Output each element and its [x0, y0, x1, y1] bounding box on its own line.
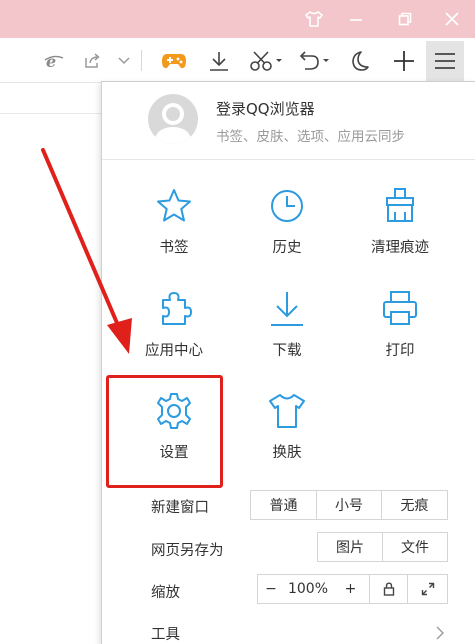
chevron-down-icon: [118, 56, 130, 64]
printer-icon: [383, 291, 417, 325]
download-icon: [210, 51, 228, 71]
lock-icon: [383, 582, 394, 596]
minimize-button[interactable]: [333, 0, 379, 38]
game-icon: [162, 53, 186, 68]
zoom-controls: − 100% +: [257, 574, 448, 604]
main-menu-button[interactable]: [426, 41, 464, 81]
bookmarks-label: 书签: [159, 240, 189, 256]
main-menu-panel: 登录QQ浏览器 书签、皮肤、选项、应用云同步 书签 历史 清理痕迹 应用中心 下…: [101, 81, 475, 644]
undo-button[interactable]: [292, 38, 336, 83]
zoom-out-button[interactable]: −: [258, 575, 284, 603]
app-center-item[interactable]: 应用中心: [124, 289, 224, 379]
undo-icon: [299, 50, 329, 70]
new-window-label: 新建窗口: [151, 500, 209, 516]
history-item[interactable]: 历史: [237, 186, 337, 276]
login-title[interactable]: 登录QQ浏览器: [216, 98, 315, 119]
history-label: 历史: [272, 240, 302, 256]
title-bar: [0, 0, 475, 38]
download-icon: [271, 292, 303, 326]
restore-icon: [398, 12, 412, 26]
puzzle-icon: [162, 292, 192, 325]
new-tab-button[interactable]: [386, 38, 422, 83]
tshirt-icon: [269, 394, 305, 428]
tshirt-icon: [305, 11, 323, 27]
zoom-in-button[interactable]: +: [332, 575, 370, 603]
svg-text:e: e: [46, 52, 56, 70]
app-center-label: 应用中心: [145, 343, 203, 359]
new-window-incognito[interactable]: 无痕: [382, 491, 447, 519]
save-as-file[interactable]: 文件: [383, 533, 447, 561]
account-section[interactable]: 登录QQ浏览器 书签、皮肤、选项、应用云同步: [102, 82, 475, 160]
new-window-options: 普通 小号 无痕: [250, 490, 448, 520]
clear-traces-label: 清理痕迹: [371, 240, 429, 256]
night-mode-icon: [352, 50, 369, 71]
zoom-value: 100%: [287, 581, 329, 597]
clock-icon: [271, 190, 303, 222]
lock-zoom-button[interactable]: [370, 575, 408, 603]
new-window-small[interactable]: 小号: [317, 491, 382, 519]
chevron-right-icon: [436, 626, 444, 640]
share-icon: [85, 52, 100, 68]
add-tab-icon: [394, 50, 414, 71]
settings-highlight-box: [106, 375, 223, 488]
download-button[interactable]: [202, 38, 236, 83]
star-icon: [157, 189, 191, 222]
save-page-options: 图片 文件: [317, 532, 448, 562]
close-icon: [445, 12, 459, 26]
fullscreen-button[interactable]: [408, 575, 447, 603]
save-as-image[interactable]: 图片: [318, 533, 383, 561]
minimize-icon: [350, 19, 362, 21]
login-subtitle: 书签、皮肤、选项、应用云同步: [216, 129, 405, 145]
browser-toolbar: e: [0, 38, 475, 83]
skin-label: 换肤: [272, 445, 302, 461]
new-window-normal[interactable]: 普通: [251, 491, 317, 519]
print-label: 打印: [385, 343, 415, 359]
game-button[interactable]: [156, 38, 192, 83]
night-mode-button[interactable]: [342, 38, 376, 83]
zoom-label: 缩放: [151, 585, 180, 601]
tools-label[interactable]: 工具: [151, 623, 180, 644]
skin-item[interactable]: 换肤: [237, 391, 337, 481]
avatar[interactable]: [148, 94, 198, 144]
ie-compat-button[interactable]: e: [40, 38, 68, 83]
screenshot-button[interactable]: [244, 38, 288, 83]
share-button[interactable]: [78, 38, 106, 83]
scissors-icon: [250, 50, 282, 71]
skin-button[interactable]: [291, 0, 337, 38]
close-button[interactable]: [429, 0, 475, 38]
bookmarks-item[interactable]: 书签: [124, 186, 224, 276]
save-page-label: 网页另存为: [151, 543, 224, 559]
menu-icon: [435, 53, 455, 69]
print-item[interactable]: 打印: [350, 289, 450, 379]
toolbar-divider: [141, 50, 142, 71]
downloads-item[interactable]: 下载: [237, 289, 337, 379]
restore-button[interactable]: [382, 0, 428, 38]
clear-traces-item[interactable]: 清理痕迹: [350, 186, 450, 276]
user-avatar-icon: [153, 103, 193, 144]
share-dropdown[interactable]: [112, 38, 136, 83]
broom-icon: [386, 188, 414, 222]
fullscreen-icon: [421, 582, 434, 596]
ie-compat-icon: e: [44, 52, 64, 70]
downloads-label: 下载: [272, 343, 302, 359]
